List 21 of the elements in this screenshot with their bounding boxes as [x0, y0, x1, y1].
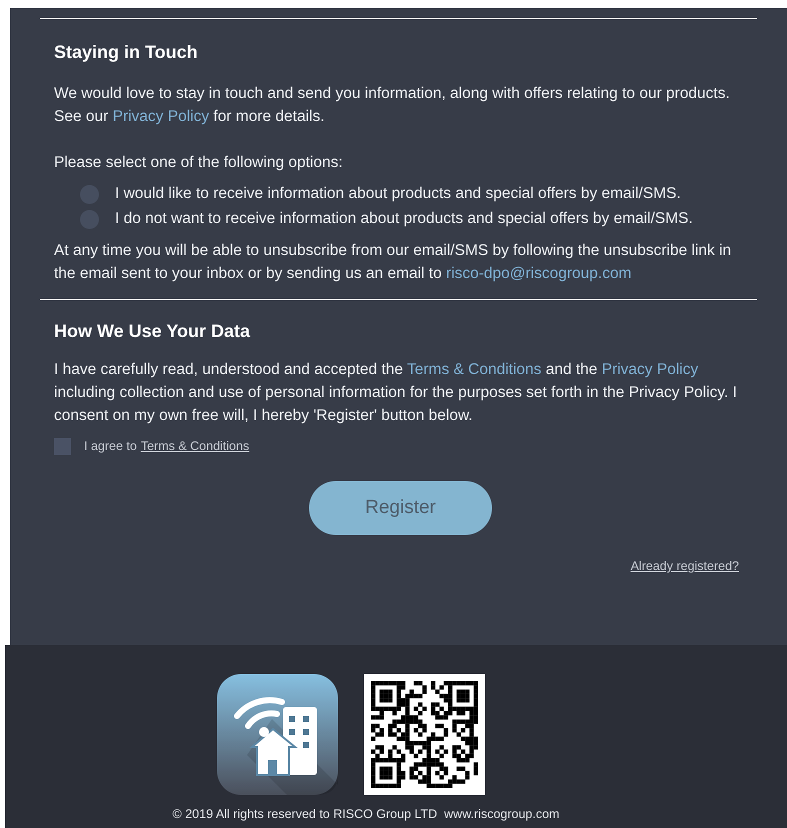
radio-button[interactable] — [80, 185, 99, 204]
paragraph: We would love to stay in touch and send you information, along with offers relating to our products. See our Privacy Policy for more details. — [54, 84, 731, 127]
paragraph: I have carefully read, understood and accepted the Terms & Conditions and the Privacy Policy including collection and use of personal information for the purposes set forth in the Privacy Policy. I consent on my own free will, I hereby 'Register' button below. — [54, 360, 738, 426]
link[interactable]: risco-dpo@riscogroup.com — [446, 265, 632, 282]
options-prompt: Please select one of the following options: — [54, 153, 344, 173]
already-registered-link[interactable]: Already registered? — [630, 557, 739, 576]
link[interactable]: Terms & Conditions — [407, 361, 542, 378]
agree-label: I agree to — [84, 438, 137, 456]
paragraph: At any time you will be able to unsubscribe from our email/SMS by following the unsubscribe link in the email sent to your inbox or by sending us an email to risco-dpo@riscogroup.com — [54, 241, 732, 284]
option-label: I do not want to receive information about products and special offers by email/SMS. — [115, 209, 693, 230]
copyright-text: © 2019 All rights reserved to RISCO Group LTD www.riscogroup.com — [172, 806, 560, 823]
link[interactable]: Privacy Policy — [602, 361, 698, 378]
section-title: How We Use Your Data — [54, 320, 252, 344]
register-button[interactable]: Register — [309, 481, 492, 535]
terms-link[interactable]: Terms & Conditions — [140, 437, 250, 456]
link[interactable]: Privacy Policy — [112, 108, 210, 125]
option-label: I would like to receive information about products and special offers by email/SMS. — [115, 184, 681, 204]
checkbox[interactable] — [54, 438, 71, 456]
section-title: Staying in Touch — [54, 41, 199, 64]
radio-button[interactable] — [80, 210, 99, 230]
house-building-app-icon — [217, 674, 338, 795]
